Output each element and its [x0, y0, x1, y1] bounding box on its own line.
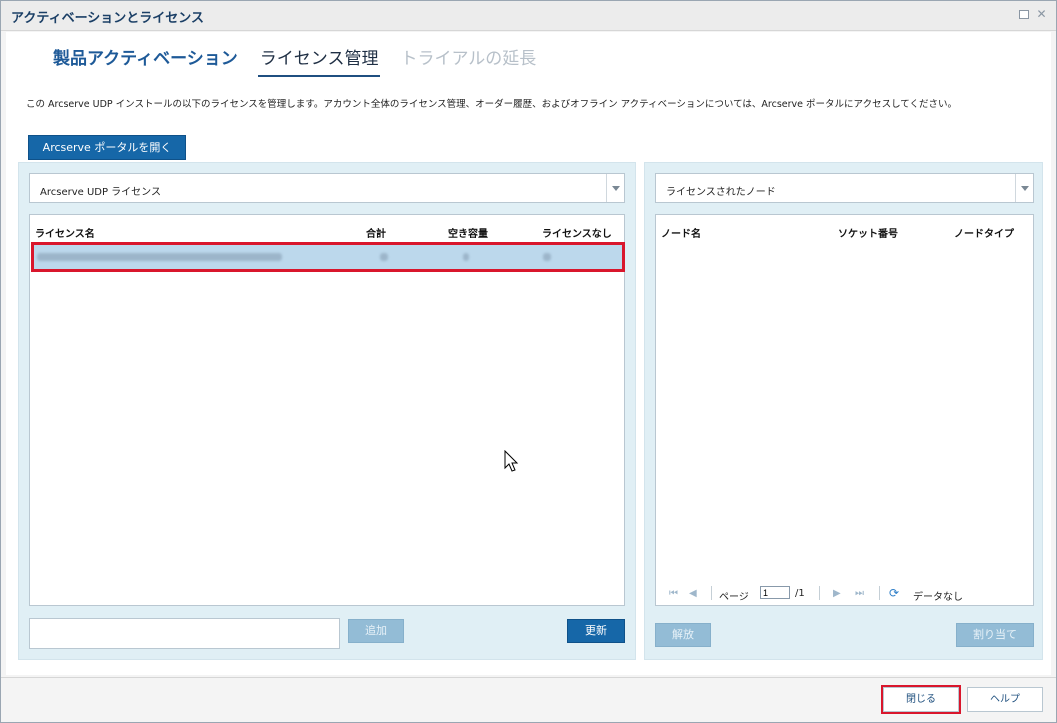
- license-grid: ライセンス名 合計 空き容量 ライセンスなし: [29, 214, 625, 606]
- column-license-name[interactable]: ライセンス名: [35, 225, 95, 240]
- page-label: ページ: [719, 592, 749, 603]
- node-filter-value: ライセンスされたノード: [666, 187, 776, 198]
- separator: [711, 586, 712, 600]
- page-total: /1: [795, 588, 805, 599]
- chevron-down-icon[interactable]: [1015, 174, 1033, 202]
- activation-license-dialog: アクティベーションとライセンス ✕ 製品アクティベーション ライセンス管理 トラ…: [0, 0, 1057, 723]
- restore-icon[interactable]: [1019, 10, 1029, 19]
- next-page-icon[interactable]: ▶: [833, 588, 841, 599]
- description-text: この Arcserve UDP インストールの以下のライセンスを管理します。アカ…: [26, 99, 957, 110]
- column-free[interactable]: 空き容量: [448, 225, 488, 240]
- column-socket-number[interactable]: ソケット番号: [838, 225, 898, 240]
- dialog-footer: 閉じる ヘルプ: [1, 677, 1056, 722]
- help-button[interactable]: ヘルプ: [967, 687, 1043, 712]
- title-bar: アクティベーションとライセンス ✕: [1, 1, 1056, 31]
- license-panel: Arcserve UDP ライセンス ライセンス名 合計 空き容量 ライセンスな…: [18, 162, 636, 660]
- mouse-pointer-icon: [504, 450, 519, 472]
- column-unlicensed[interactable]: ライセンスなし: [542, 225, 612, 240]
- refresh-button[interactable]: 更新: [567, 619, 625, 643]
- node-filter-select[interactable]: ライセンスされたノード: [655, 173, 1034, 203]
- paging-status: データなし: [913, 592, 963, 603]
- page-number-input[interactable]: [760, 586, 790, 599]
- license-type-select[interactable]: Arcserve UDP ライセンス: [29, 173, 625, 203]
- add-button[interactable]: 追加: [348, 619, 404, 643]
- separator: [819, 586, 820, 600]
- tab-bar: 製品アクティベーション ライセンス管理 トライアルの延長: [51, 44, 538, 77]
- assign-button[interactable]: 割り当て: [956, 623, 1034, 647]
- license-type-value: Arcserve UDP ライセンス: [40, 187, 161, 198]
- tab-license-management[interactable]: ライセンス管理: [257, 44, 381, 77]
- tab-trial-extension: トライアルの延長: [400, 49, 537, 69]
- license-grid-header: ライセンス名 合計 空き容量 ライセンスなし: [30, 215, 624, 243]
- node-grid: ノード名 ソケット番号 ノードタイプ: [655, 214, 1034, 606]
- title-controls: ✕: [1019, 8, 1048, 21]
- release-button[interactable]: 解放: [655, 623, 711, 647]
- chevron-down-icon[interactable]: [606, 174, 624, 202]
- last-page-icon[interactable]: ⏭: [855, 588, 864, 599]
- open-portal-button[interactable]: Arcserve ポータルを開く: [28, 135, 186, 160]
- separator: [879, 586, 880, 600]
- refresh-icon[interactable]: ⟳: [889, 586, 899, 600]
- first-page-icon[interactable]: ⏮: [669, 588, 678, 599]
- column-node-type[interactable]: ノードタイプ: [954, 225, 1014, 240]
- row-highlight-annotation: [31, 242, 625, 272]
- column-total[interactable]: 合計: [366, 225, 386, 240]
- license-key-input[interactable]: [29, 618, 340, 649]
- node-panel: ライセンスされたノード ノード名 ソケット番号 ノードタイプ ⏮ ◀ ページ /…: [644, 162, 1043, 660]
- dialog-content: 製品アクティベーション ライセンス管理 トライアルの延長 この Arcserve…: [6, 32, 1051, 675]
- node-grid-header: ノード名 ソケット番号 ノードタイプ: [656, 215, 1033, 243]
- close-button[interactable]: 閉じる: [883, 687, 959, 712]
- prev-page-icon[interactable]: ◀: [689, 588, 697, 599]
- close-icon[interactable]: ✕: [1035, 8, 1048, 21]
- pagination-bar: ⏮ ◀ ページ /1 ▶ ⏭ ⟳ データなし: [657, 579, 1032, 609]
- column-node-name[interactable]: ノード名: [661, 225, 701, 240]
- tab-product-activation[interactable]: 製品アクティベーション: [51, 44, 240, 77]
- dialog-title: アクティベーションとライセンス: [11, 11, 205, 26]
